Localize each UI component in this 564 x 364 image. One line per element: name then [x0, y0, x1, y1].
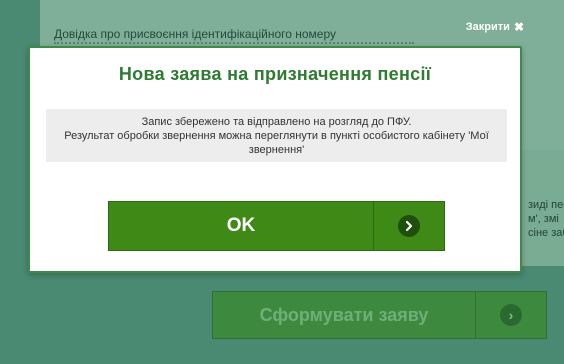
background-side-text-line: зиді пен: [528, 199, 564, 211]
close-button[interactable]: Закрити ✖: [466, 20, 524, 34]
close-icon: ✖: [513, 20, 524, 34]
chevron-right-icon: ›: [500, 304, 522, 326]
submit-application-button: Сформувати заяву ›: [212, 291, 547, 339]
background-side-text: зиді пен м', змі сіне заб: [528, 198, 564, 240]
background-document-label: Довідка про присвоєння ідентифікаційного…: [54, 27, 336, 41]
background-side-text-line: м', змі: [528, 213, 559, 225]
message-line-2: Результат обробки звернення можна перегл…: [64, 129, 489, 156]
ok-button[interactable]: OK: [108, 201, 445, 251]
modal-dialog: Нова заява на призначення пенсії Запис з…: [28, 46, 522, 273]
submit-application-label: Сформувати заяву: [259, 304, 429, 325]
chevron-right-icon-glyph: [405, 220, 413, 232]
message-box: Запис збережено та відправлено на розгля…: [46, 109, 507, 162]
submit-arrow-area: ›: [476, 292, 546, 338]
close-label: Закрити: [465, 21, 510, 33]
ok-label: OK: [226, 215, 256, 236]
ok-arrow-area: [374, 202, 444, 250]
background-side-text-line: сіне заб: [528, 227, 564, 239]
chevron-right-icon: [398, 215, 420, 237]
message-line-1: Запис збережено та відправлено на розгля…: [141, 115, 412, 128]
modal-title: Нова заява на призначення пенсії: [118, 64, 432, 84]
